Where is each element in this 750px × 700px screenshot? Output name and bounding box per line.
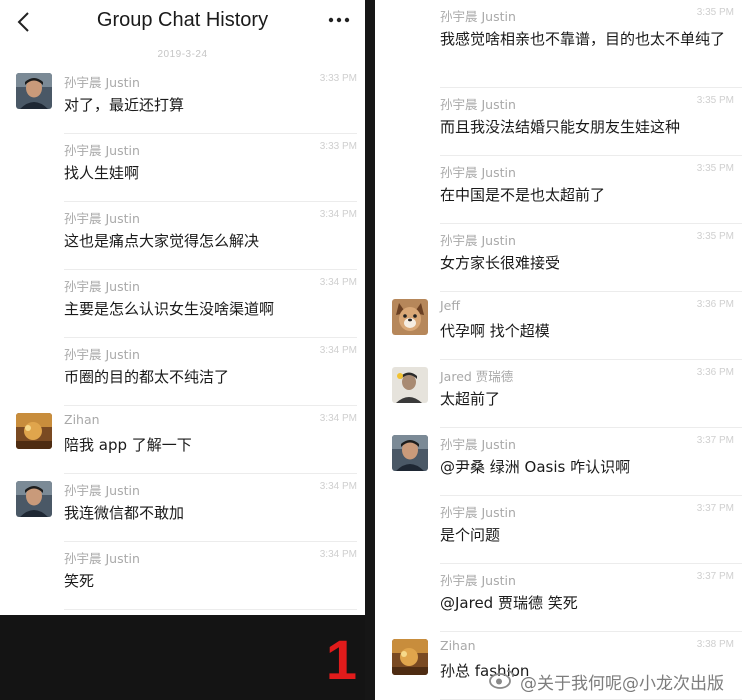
message-time: 3:34 PM <box>319 277 357 288</box>
message-row[interactable]: 孙宇晨 Justin 3:34 PM 笑死 <box>0 542 365 610</box>
message-separator <box>64 609 357 610</box>
message-row[interactable]: 孙宇晨 Justin 3:34 PM 币圈的目的都太不纯洁了 <box>0 338 365 406</box>
message-time: 3:37 PM <box>696 435 734 446</box>
message-time: 3:33 PM <box>319 73 357 84</box>
message-row[interactable]: 孙宇晨 Justin 3:35 PM 女方家长很难接受 <box>375 224 750 292</box>
message-text: 是个问题 <box>440 526 501 544</box>
avatar[interactable] <box>392 367 428 403</box>
message-row[interactable]: 孙宇晨 Justin 3:35 PM 我感觉啥相亲也不靠谱，目的也太不单纯了 <box>375 0 750 88</box>
message-text: @尹桑 绿洲 Oasis 咋认识啊 <box>440 458 631 476</box>
message-time: 3:35 PM <box>696 163 734 174</box>
message-row[interactable]: 孙宇晨 Justin 3:35 PM 在中国是不是也太超前了 <box>375 156 750 224</box>
message-text: 找人生娃啊 <box>64 164 140 182</box>
sender-name: 孙宇晨 Justin <box>440 97 516 112</box>
sender-name: 孙宇晨 Justin <box>440 165 516 180</box>
message-time: 3:38 PM <box>696 639 734 650</box>
avatar[interactable] <box>392 299 428 335</box>
message-text: 而且我没法结婚只能女朋友生娃这种 <box>440 118 681 136</box>
message-text: 笑死 <box>64 572 95 590</box>
sender-name: Zihan <box>440 638 476 653</box>
message-text: 这也是痛点大家觉得怎么解决 <box>64 232 260 250</box>
message-time: 3:34 PM <box>319 549 357 560</box>
sender-name: Zihan <box>64 412 100 427</box>
message-row[interactable]: 孙宇晨 Justin 3:34 PM 主要是怎么认识女生没啥渠道啊 <box>0 270 365 338</box>
page-number-label: 1 <box>325 628 357 691</box>
message-row[interactable]: 孙宇晨 Justin 3:37 PM @尹桑 绿洲 Oasis 咋认识啊 <box>375 428 750 496</box>
message-row[interactable]: 孙宇晨 Justin 3:35 PM 而且我没法结婚只能女朋友生娃这种 <box>375 88 750 156</box>
sender-name: 孙宇晨 Justin <box>440 233 516 248</box>
sender-name: 孙宇晨 Justin <box>64 143 140 158</box>
message-time: 3:34 PM <box>319 345 357 356</box>
message-text: 币圈的目的都太不纯洁了 <box>64 368 230 386</box>
more-options-icon[interactable] <box>321 6 357 34</box>
message-time: 3:35 PM <box>696 7 734 18</box>
nav-bar: Group Chat History <box>0 0 365 44</box>
message-time: 3:37 PM <box>696 503 734 514</box>
message-time: 3:35 PM <box>696 95 734 106</box>
message-text: 太超前了 <box>440 390 501 408</box>
message-text: 陪我 app 了解一下 <box>64 436 192 454</box>
watermark-text: @关于我何呢@小龙次出版 <box>520 674 724 694</box>
message-time: 3:34 PM <box>319 209 357 220</box>
message-time: 3:36 PM <box>696 299 734 310</box>
sender-name: Jeff <box>440 298 460 313</box>
sender-name: 孙宇晨 Justin <box>64 211 140 226</box>
page-title: Group Chat History <box>96 9 269 31</box>
message-row[interactable]: 孙宇晨 Justin 3:33 PM 找人生娃啊 <box>0 134 365 202</box>
sender-name: 孙宇晨 Justin <box>64 75 140 90</box>
message-row[interactable]: 孙宇晨 Justin 3:33 PM 对了，最近还打算 <box>0 66 365 134</box>
message-text: 女方家长很难接受 <box>440 254 561 272</box>
message-row[interactable]: 孙宇晨 Justin 3:34 PM 我连微信都不敢加 <box>0 474 365 542</box>
message-row[interactable]: 孙宇晨 Justin 3:34 PM 这也是痛点大家觉得怎么解决 <box>0 202 365 270</box>
message-time: 3:34 PM <box>319 413 357 424</box>
sender-name: 孙宇晨 Justin <box>440 9 516 24</box>
sender-name: 孙宇晨 Justin <box>64 551 140 566</box>
sender-name: 孙宇晨 Justin <box>64 347 140 362</box>
sender-name: Jared 贾瑞德 <box>440 369 514 384</box>
chat-history-left-panel: Group Chat History 2019-3-24 孙宇晨 Justin 3… <box>0 0 365 615</box>
message-row[interactable]: Jared 贾瑞德 3:36 PM 太超前了 <box>375 360 750 428</box>
chat-date: 2019-3-24 <box>157 49 208 60</box>
watermark: @关于我何呢@小龙次出版 <box>488 664 748 694</box>
message-time: 3:36 PM <box>696 367 734 378</box>
sender-name: 孙宇晨 Justin <box>440 437 516 452</box>
chat-history-right-panel: 孙宇晨 Justin 3:35 PM 我感觉啥相亲也不靠谱，目的也太不单纯了 孙宇晨 … <box>375 0 750 700</box>
message-text: 在中国是不是也太超前了 <box>440 186 606 204</box>
message-time: 3:35 PM <box>696 231 734 242</box>
message-time: 3:34 PM <box>319 481 357 492</box>
avatar[interactable] <box>392 435 428 471</box>
message-text: 我连微信都不敢加 <box>64 504 185 522</box>
sender-name: 孙宇晨 Justin <box>440 505 516 520</box>
message-text: 我感觉啥相亲也不靠谱，目的也太不单纯了 <box>440 30 726 48</box>
panel-divider <box>365 0 375 700</box>
message-time: 3:33 PM <box>319 141 357 152</box>
message-text: @Jared 贾瑞德 笑死 <box>440 594 578 612</box>
message-text: 代孕啊 找个超模 <box>440 322 550 340</box>
message-row[interactable]: Zihan 3:34 PM 陪我 app 了解一下 <box>0 406 365 474</box>
message-text: 主要是怎么认识女生没啥渠道啊 <box>64 300 275 318</box>
avatar[interactable] <box>16 481 52 517</box>
sender-name: 孙宇晨 Justin <box>64 483 140 498</box>
bottom-bar: 1 <box>0 615 365 700</box>
message-row[interactable]: 孙宇晨 Justin 3:37 PM 是个问题 <box>375 496 750 564</box>
weibo-logo-icon <box>489 670 514 689</box>
avatar[interactable] <box>392 639 428 675</box>
message-list-left: 孙宇晨 Justin 3:33 PM 对了，最近还打算 孙宇晨 Justin 3:33 … <box>0 66 365 610</box>
avatar[interactable] <box>16 413 52 449</box>
avatar[interactable] <box>16 73 52 109</box>
sender-name: 孙宇晨 Justin <box>64 279 140 294</box>
message-text: 对了，最近还打算 <box>64 96 185 114</box>
message-time: 3:37 PM <box>696 571 734 582</box>
message-list-right: 孙宇晨 Justin 3:35 PM 我感觉啥相亲也不靠谱，目的也太不单纯了 孙宇晨 … <box>375 0 750 700</box>
sender-name: 孙宇晨 Justin <box>440 573 516 588</box>
message-row[interactable]: 孙宇晨 Justin 3:37 PM @Jared 贾瑞德 笑死 <box>375 564 750 632</box>
message-row[interactable]: Jeff 3:36 PM 代孕啊 找个超模 <box>375 292 750 360</box>
